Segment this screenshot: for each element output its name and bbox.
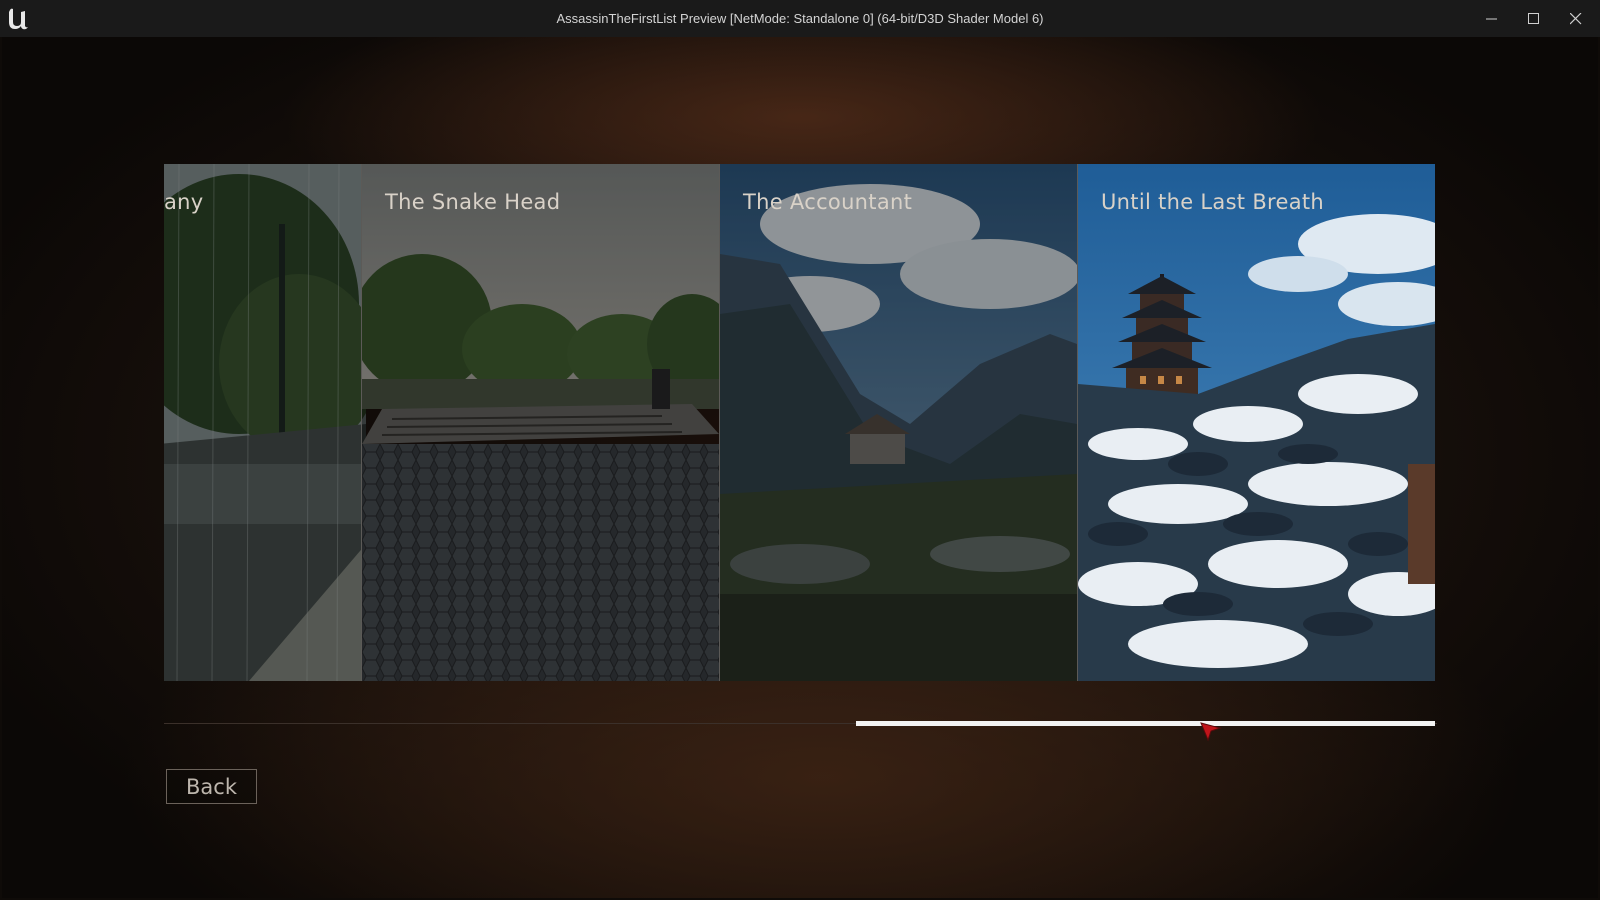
maximize-button[interactable] [1513,0,1555,37]
game-viewport: any The Snake Head The Accountant Until … [2,37,1598,898]
close-icon [1570,12,1582,24]
card-dim-overlay [164,164,366,681]
level-card-until-the-last-breath[interactable]: Until the Last Breath [1077,164,1435,681]
carousel-scroll-thumb[interactable] [856,721,1435,726]
back-button[interactable]: Back [166,769,257,804]
level-card-the-accountant[interactable]: The Accountant [719,164,1077,681]
card-dim-overlay [1078,164,1435,681]
minimize-button[interactable] [1471,0,1513,37]
level-card-rainy-street[interactable]: any [164,164,366,681]
maximize-icon [1528,12,1539,24]
title-bar: AssassinTheFirstList Preview [NetMode: S… [0,0,1600,37]
minimize-icon [1486,18,1497,19]
level-card-title: any [164,190,204,214]
game-window: AssassinTheFirstList Preview [NetMode: S… [0,0,1600,900]
window-title: AssassinTheFirstList Preview [NetMode: S… [556,11,1044,26]
level-carousel: any The Snake Head The Accountant Until … [164,164,1437,681]
level-card-the-snake-head[interactable]: The Snake Head [361,164,719,681]
level-card-title: The Snake Head [385,190,561,214]
cursor-arrow-icon [1200,722,1222,742]
card-dim-overlay [720,164,1077,681]
close-button[interactable] [1555,0,1597,37]
card-dim-overlay [362,164,719,681]
level-card-title: The Accountant [743,190,913,214]
level-card-title: Until the Last Breath [1101,190,1325,214]
